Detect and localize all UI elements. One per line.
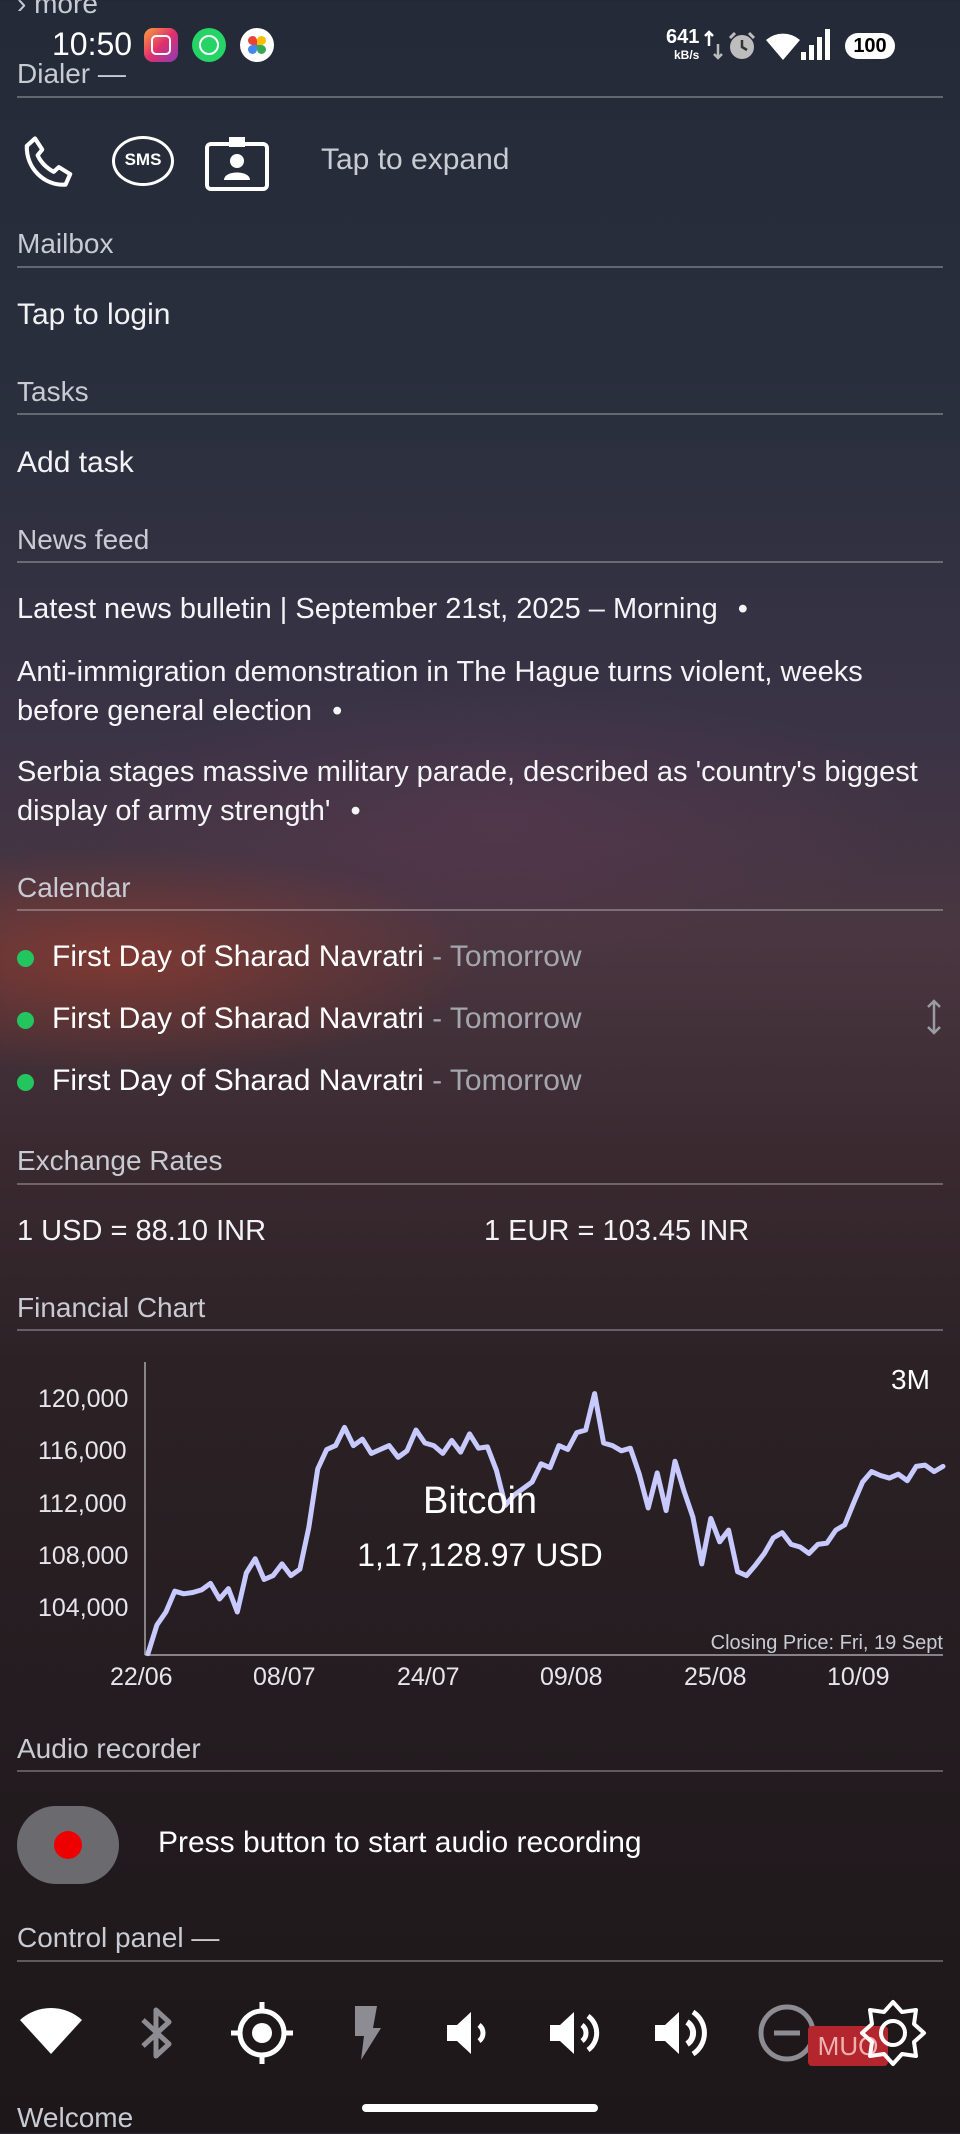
volume-high-icon[interactable] <box>647 1998 717 2068</box>
divider <box>17 1183 943 1185</box>
net-speed-unit: kB/s <box>674 48 700 62</box>
event-dot-icon <box>17 1011 34 1029</box>
instagram-icon <box>144 28 178 62</box>
divider <box>17 909 943 911</box>
wifi-status-icon <box>766 33 800 60</box>
event-title: First Day of Sharad Navratri <box>52 1002 424 1035</box>
chart-price: 1,17,128.97 USD <box>357 1537 603 1573</box>
chart-footnote: Closing Price: Fri, 19 Sept <box>710 1632 943 1654</box>
news-item-text: Serbia stages massive military parade, d… <box>17 756 918 827</box>
data-arrows-icon <box>704 30 723 60</box>
brightness-icon[interactable] <box>858 1998 928 2068</box>
news-bullet: • <box>350 795 361 827</box>
welcome-header: Welcome <box>17 2102 134 2133</box>
sms-icon-label: SMS <box>124 150 162 169</box>
calendar-event[interactable]: First Day of Sharad Navratri - Tomorrow <box>17 940 582 974</box>
volume-low-icon[interactable] <box>437 1998 507 2068</box>
home-gesture-bar[interactable] <box>362 2104 598 2112</box>
divider <box>17 413 943 415</box>
record-dot-icon <box>54 1831 82 1859</box>
event-when: - Tomorrow <box>423 940 582 973</box>
audio-recorder-prompt: Press button to start audio recording <box>158 1826 642 1859</box>
price-series-line <box>145 1391 946 1657</box>
mailbox-header: Mailbox <box>17 228 114 259</box>
eur-rate: 1 EUR = 103.45 INR <box>484 1215 750 1247</box>
resize-handle-icon[interactable] <box>924 998 944 1036</box>
calendar-event[interactable]: First Day of Sharad Navratri - Tomorrow <box>17 1064 582 1098</box>
event-when: - Tomorrow <box>423 1002 582 1035</box>
usd-rate: 1 USD = 88.10 INR <box>17 1215 267 1247</box>
tasks-header: Tasks <box>17 376 89 407</box>
battery-indicator: 100 <box>845 33 895 59</box>
event-title: First Day of Sharad Navratri <box>52 1064 424 1097</box>
volume-medium-icon[interactable] <box>542 1998 612 2068</box>
calendar-event[interactable]: First Day of Sharad Navratri - Tomorrow <box>17 1002 582 1036</box>
location-icon[interactable] <box>227 1998 297 2068</box>
divider <box>17 561 943 563</box>
news-item[interactable]: Anti-immigration demonstration in The Ha… <box>17 653 937 731</box>
event-when: - Tomorrow <box>423 1064 582 1097</box>
news-item[interactable]: Latest news bulletin | September 21st, 2… <box>17 590 937 629</box>
mailbox-login[interactable]: Tap to login <box>17 298 170 332</box>
alarm-icon <box>728 31 756 59</box>
net-speed-value: 641 <box>666 26 700 48</box>
sms-icon[interactable]: SMS <box>112 136 174 186</box>
wifi-icon[interactable] <box>16 1998 86 2068</box>
event-dot-icon <box>17 1073 34 1091</box>
news-bullet: • <box>737 593 748 625</box>
event-title: First Day of Sharad Navratri <box>52 940 424 973</box>
whatsapp-icon <box>192 28 226 62</box>
add-task-button[interactable]: Add task <box>17 446 134 480</box>
divider <box>17 1329 943 1331</box>
partial-top-label: › more <box>17 0 98 19</box>
divider <box>17 266 943 268</box>
photos-icon <box>240 28 274 62</box>
status-bar: › more 10:50 641 kB/s 100 <box>0 0 960 90</box>
divider <box>17 1960 943 1962</box>
event-dot-icon <box>17 949 34 967</box>
tap-to-expand[interactable]: Tap to expand <box>321 143 509 177</box>
chart-asset-name: Bitcoin <box>422 1480 538 1522</box>
bluetooth-icon[interactable] <box>121 1998 191 2068</box>
dialer-header[interactable]: Dialer — <box>17 58 126 90</box>
contacts-icon[interactable] <box>204 134 270 192</box>
exchange-rates-header: Exchange Rates <box>17 1145 223 1176</box>
calendar-header: Calendar <box>17 872 131 903</box>
record-button[interactable] <box>17 1806 119 1884</box>
news-feed-header: News feed <box>17 524 150 555</box>
flashlight-icon[interactable] <box>331 1998 401 2068</box>
phone-icon[interactable] <box>18 132 80 194</box>
signal-icon <box>801 29 830 60</box>
divider <box>17 96 943 98</box>
audio-recorder-header: Audio recorder <box>17 1733 201 1764</box>
financial-chart-header: Financial Chart <box>17 1292 206 1323</box>
news-item[interactable]: Serbia stages massive military parade, d… <box>17 753 937 831</box>
news-item-text: Latest news bulletin | September 21st, 2… <box>17 593 718 625</box>
divider <box>17 1770 943 1772</box>
news-bullet: • <box>332 695 343 727</box>
news-item-text: Anti-immigration demonstration in The Ha… <box>17 656 863 727</box>
control-panel-header[interactable]: Control panel — <box>17 1922 219 1954</box>
